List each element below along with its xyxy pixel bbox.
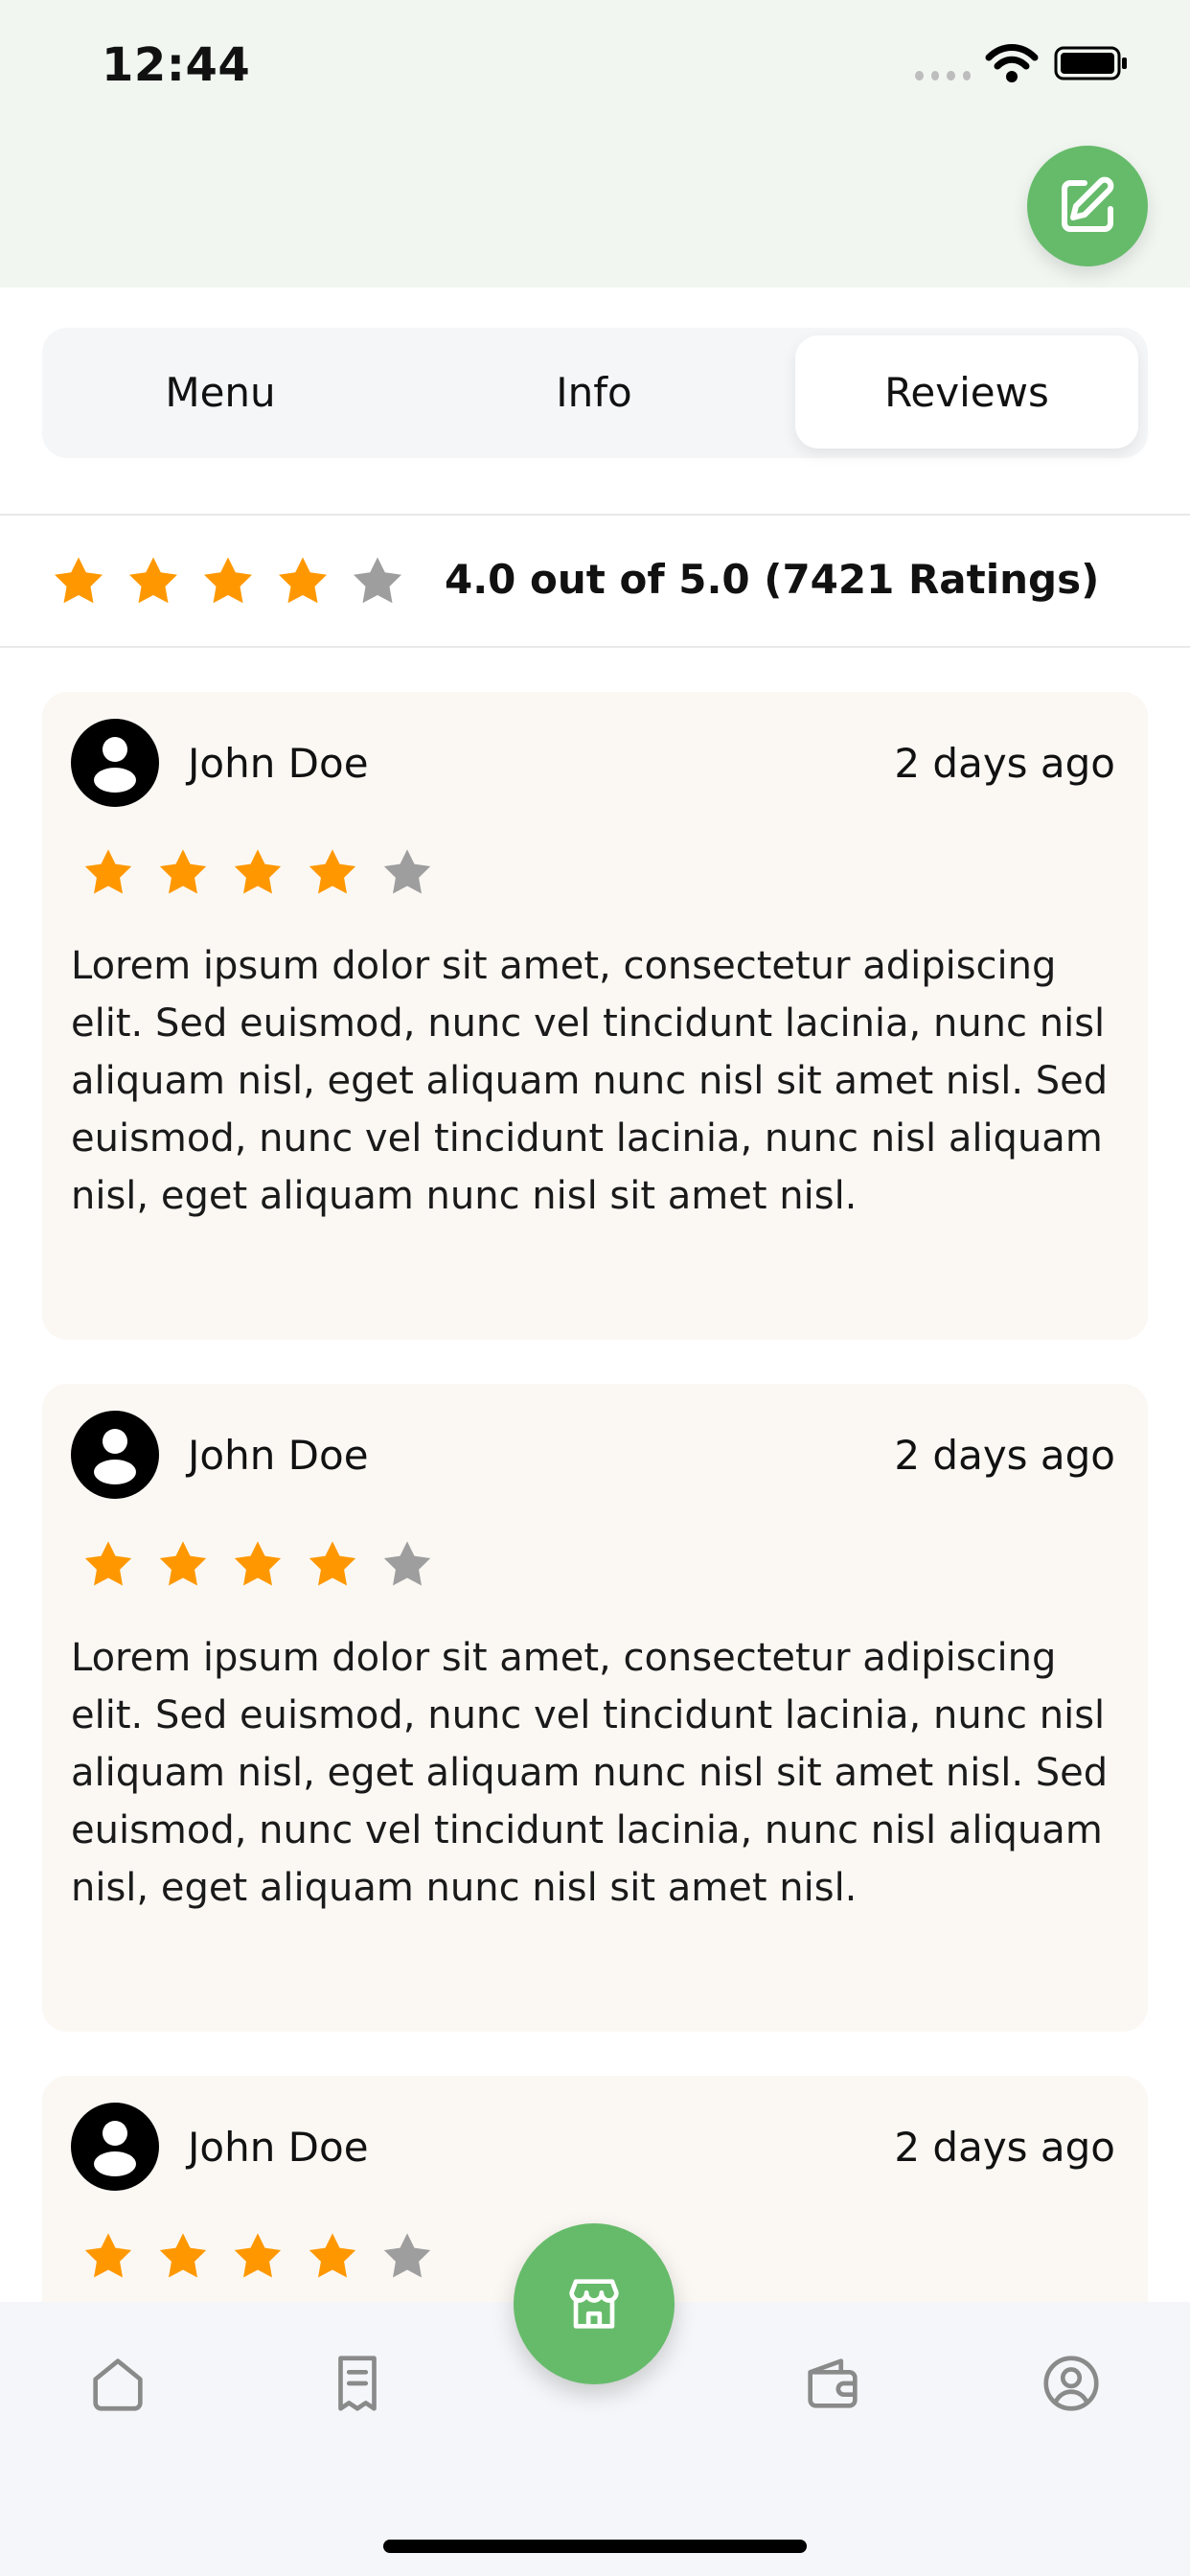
divider — [0, 514, 1190, 516]
star-empty-icon — [354, 557, 401, 604]
review-time: 2 days ago — [894, 2124, 1115, 2171]
signal-icon — [915, 71, 971, 80]
star-filled-icon — [84, 2233, 132, 2278]
star-filled-icon — [204, 557, 252, 604]
edit-icon — [1062, 176, 1114, 232]
profile-icon[interactable] — [1038, 2350, 1105, 2417]
write-review-button[interactable] — [1027, 146, 1148, 266]
divider — [0, 646, 1190, 648]
wifi-icon — [985, 44, 1039, 82]
star-filled-icon — [84, 849, 132, 894]
tab-info[interactable]: Info — [450, 335, 738, 448]
home-icon[interactable] — [84, 2350, 151, 2417]
reviewer-name: John Doe — [188, 740, 369, 787]
review-text: Lorem ipsum dolor sit amet, consectetur … — [71, 1636, 1109, 1910]
status-time: 12:44 — [102, 38, 251, 92]
star-filled-icon — [129, 557, 177, 604]
rating-summary-text: 4.0 out of 5.0 (7421 Ratings) — [445, 556, 1100, 603]
review-text: Lorem ipsum dolor sit amet, consectetur … — [71, 944, 1109, 1218]
tab-reviews[interactable]: Reviews — [795, 335, 1138, 448]
star-filled-icon — [234, 849, 282, 894]
star-filled-icon — [159, 849, 207, 894]
review-stars — [80, 843, 454, 903]
tab-menu[interactable]: Menu — [77, 335, 364, 448]
user-icon — [94, 1429, 136, 1484]
wallet-icon[interactable] — [799, 2350, 866, 2417]
rating-summary-stars — [50, 548, 423, 615]
star-filled-icon — [309, 1541, 356, 1586]
star-empty-icon — [383, 1541, 431, 1586]
store-button[interactable] — [514, 2223, 675, 2384]
star-filled-icon — [84, 1541, 132, 1586]
store-icon — [569, 2279, 619, 2329]
star-filled-icon — [159, 2233, 207, 2278]
review-stars — [80, 1535, 454, 1595]
review-time: 2 days ago — [894, 1432, 1115, 1479]
star-filled-icon — [159, 1541, 207, 1586]
star-empty-icon — [383, 2233, 431, 2278]
receipt-icon[interactable] — [324, 2350, 391, 2417]
reviewer-name: John Doe — [188, 1432, 369, 1479]
review-time: 2 days ago — [894, 740, 1115, 787]
avatar — [71, 719, 159, 807]
star-filled-icon — [234, 1541, 282, 1586]
avatar — [71, 2103, 159, 2191]
star-empty-icon — [383, 849, 431, 894]
battery-icon — [1054, 46, 1127, 80]
review-stars — [80, 2227, 454, 2287]
home-indicator — [383, 2540, 807, 2553]
star-filled-icon — [279, 557, 327, 604]
star-filled-icon — [309, 849, 356, 894]
star-filled-icon — [234, 2233, 282, 2278]
star-filled-icon — [309, 2233, 356, 2278]
star-filled-icon — [55, 557, 103, 604]
avatar — [71, 1411, 159, 1499]
reviewer-name: John Doe — [188, 2124, 369, 2171]
user-icon — [94, 737, 136, 793]
user-icon — [94, 2121, 136, 2176]
